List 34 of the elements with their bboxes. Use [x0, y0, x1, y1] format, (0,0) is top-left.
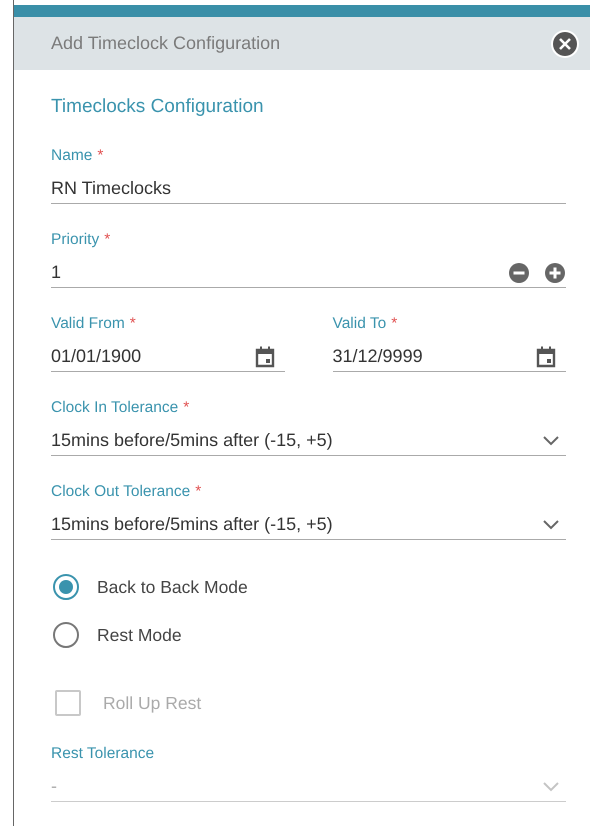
field-label: Name — [51, 147, 92, 165]
radio-button[interactable] — [53, 622, 79, 648]
radio-label[interactable]: Rest Mode — [97, 624, 182, 646]
date-field[interactable]: 01/01/1900 — [51, 342, 284, 372]
dialog-title: Add Timeclock Configuration — [51, 33, 280, 54]
chevron-down-icon — [542, 518, 560, 530]
required-mark: * — [104, 231, 110, 249]
section-title: Timeclocks Configuration — [51, 96, 265, 118]
field-label: Clock Out Tolerance — [51, 483, 190, 501]
required-mark: * — [195, 483, 202, 501]
chevron-down-icon — [542, 780, 560, 792]
field-label: Priority — [51, 231, 100, 249]
field-label: Valid To — [332, 315, 386, 333]
field-label: Valid From — [51, 315, 125, 333]
calendar-icon[interactable] — [536, 346, 556, 368]
required-mark: * — [97, 147, 104, 165]
required-mark: * — [130, 315, 136, 333]
radio-button[interactable] — [53, 574, 79, 600]
calendar-icon[interactable] — [254, 346, 274, 368]
minus-icon[interactable] — [508, 262, 530, 284]
required-mark: * — [183, 399, 190, 417]
chevron-down-icon — [542, 434, 560, 446]
field-label: Rest Tolerance — [51, 745, 154, 763]
field-label: Clock In Tolerance — [51, 399, 178, 417]
plus-icon[interactable] — [544, 262, 566, 284]
radio-label[interactable]: Back to Back Mode — [97, 576, 248, 598]
dropdown-field[interactable]: 15mins before/5mins after (-15, +5) — [51, 426, 566, 456]
close-icon — [550, 28, 580, 58]
date-field[interactable]: 31/12/9999 — [332, 342, 566, 372]
close-button[interactable] — [550, 28, 580, 58]
text-field[interactable]: RN Timeclocks — [51, 174, 566, 204]
dropdown-field[interactable]: 15mins before/5mins after (-15, +5) — [51, 510, 566, 540]
required-mark: * — [391, 315, 398, 333]
number-field[interactable]: 1 — [51, 258, 566, 288]
